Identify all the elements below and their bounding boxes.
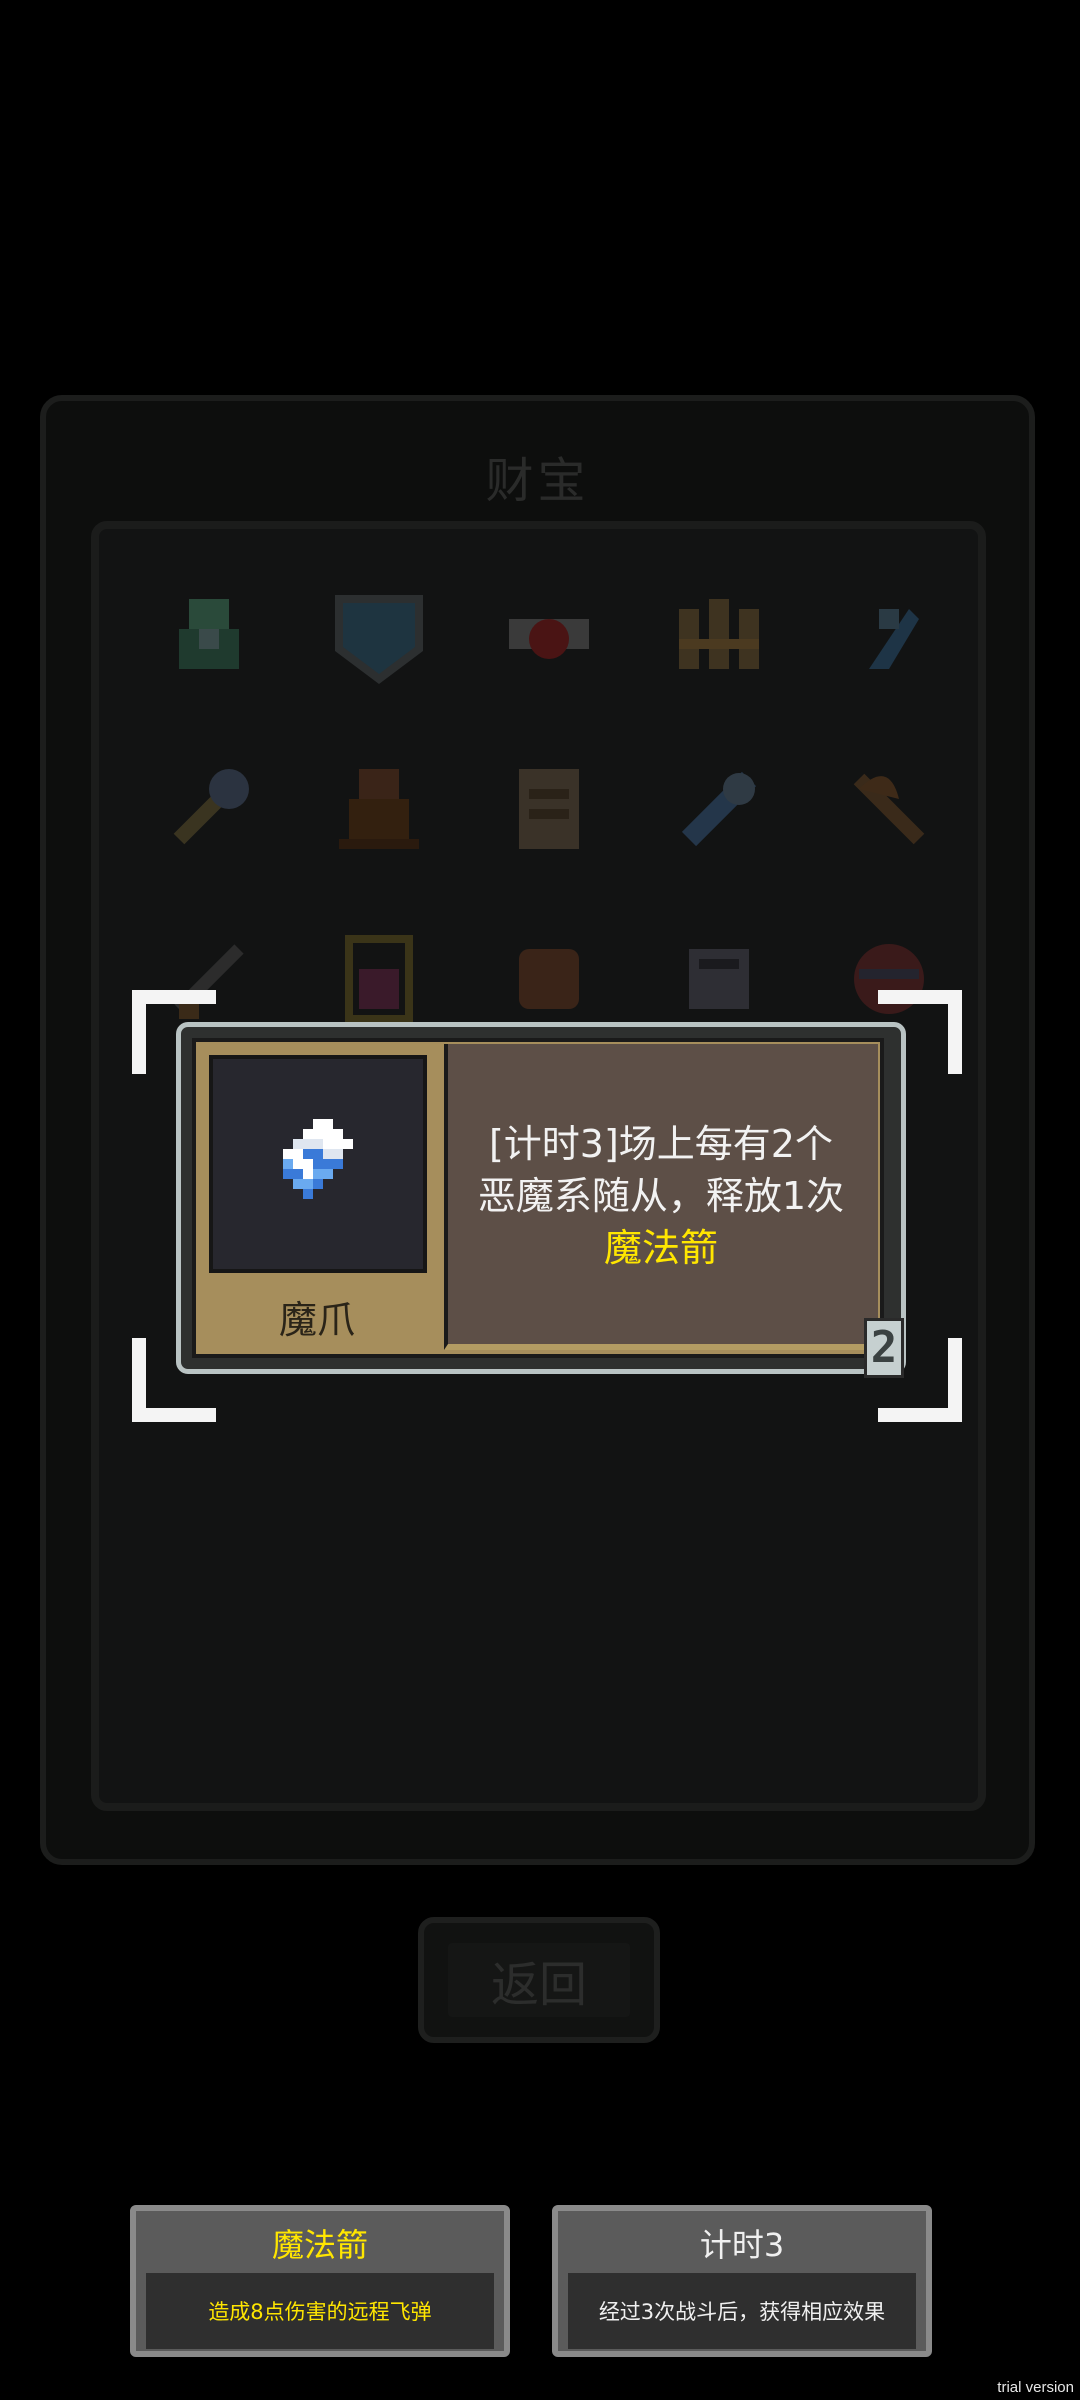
keyword-tooltip-magic-arrow: 魔法箭 造成8点伤害的远程飞弹 [130,2205,510,2357]
demon-claw-icon [283,1119,353,1199]
tooltip-title: 计时3 [699,2226,785,2264]
back-button-label: 返回 [448,1943,630,2017]
panel-title: 财宝 [485,453,590,509]
item-icon-frame [209,1055,427,1273]
back-button[interactable]: 返回 [418,1917,660,2043]
golden-crown-icon[interactable] [669,589,769,689]
axe-icon[interactable] [839,759,939,859]
tooltip-body: 造成8点伤害的远程飞弹 [146,2273,494,2349]
blue-sword-icon[interactable] [669,759,769,859]
brown-statue-icon[interactable] [329,759,429,859]
item-level-badge: 2 [864,1318,904,1378]
item-description-line2: 恶魔系随从，释放1次 [477,1174,845,1218]
white-glove-icon[interactable] [669,929,769,1029]
blue-claw-icon[interactable] [839,589,939,689]
keyword-tooltip-timer: 计时3 经过3次战斗后，获得相应效果 [552,2205,932,2357]
scroll-icon[interactable] [499,759,599,859]
glove-icon[interactable] [499,929,599,1029]
tooltip-body: 经过3次战斗后，获得相应效果 [568,2273,916,2349]
gold-key-icon[interactable] [159,759,259,859]
item-description-line1: [计时3]场上每有2个 [488,1122,833,1166]
tooltip-title: 魔法箭 [271,2226,368,2264]
shield-icon[interactable] [329,589,429,689]
potion-icon[interactable] [329,929,429,1029]
item-name: 魔爪 [278,1297,355,1342]
red-orb-icon[interactable] [499,589,599,689]
item-description-keyword[interactable]: 魔法箭 [444,1222,878,1274]
watermark: trial version [997,2379,1074,2396]
green-figure-icon[interactable] [159,589,259,689]
item-description: [计时3]场上每有2个 恶魔系随从，释放1次 魔法箭 [444,1118,878,1274]
